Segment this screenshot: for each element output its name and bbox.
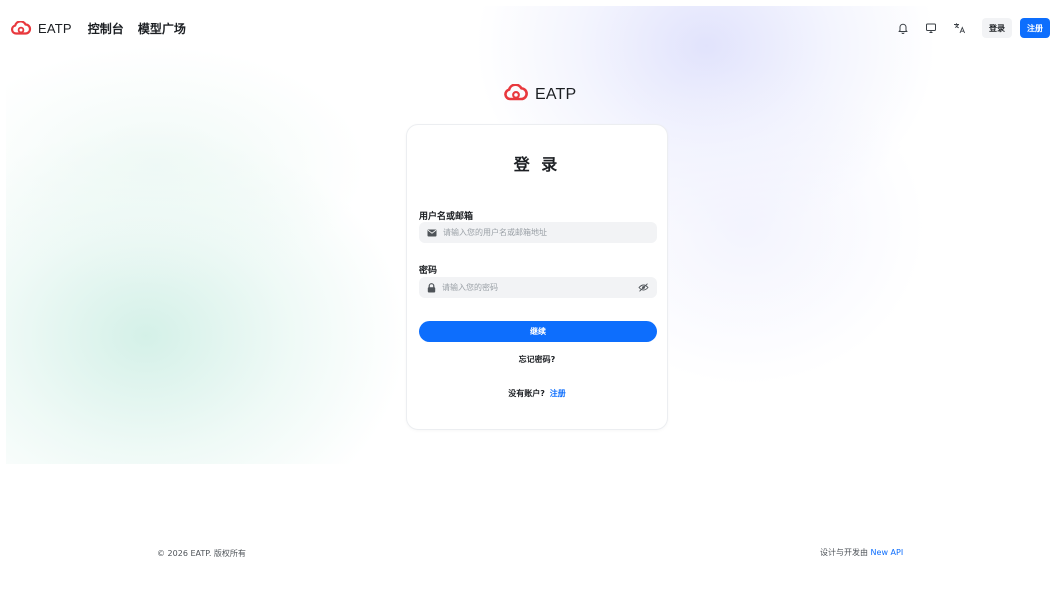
username-input[interactable]: 请输入您的用户名或邮箱地址 <box>419 222 657 243</box>
nav-actions: 登录 注册 <box>892 17 1050 39</box>
translate-icon <box>953 22 966 34</box>
login-button[interactable]: 登录 <box>982 18 1012 38</box>
footer-copyright: © 2026 EATP. 版权所有 <box>157 549 246 558</box>
nav-link-model-plaza[interactable]: 模型广场 <box>138 20 186 37</box>
login-title: 登 录 <box>513 155 561 174</box>
register-button[interactable]: 注册 <box>1020 18 1050 38</box>
forgot-password-link[interactable]: 忘记密码? <box>407 354 667 365</box>
lock-icon <box>427 282 436 293</box>
notifications-button[interactable] <box>892 17 914 39</box>
monitor-icon <box>925 22 937 34</box>
password-label: 密码 <box>419 266 438 276</box>
no-account-text: 没有账户? <box>508 389 545 398</box>
signup-link[interactable]: 注册 <box>550 389 566 398</box>
password-input[interactable]: 请输入您的密码 <box>419 277 657 298</box>
signup-prompt: 没有账户? 注册 <box>407 388 667 399</box>
nav-links: 控制台 模型广场 <box>88 20 186 37</box>
nav-link-console[interactable]: 控制台 <box>88 20 124 37</box>
username-label: 用户名或邮箱 <box>419 212 474 222</box>
language-button[interactable] <box>948 17 970 39</box>
page: EATP 控制台 模型广场 登录 注册 EATP 登 录 用户名或邮箱 请输入您… <box>0 0 1060 594</box>
mail-icon <box>427 229 437 237</box>
new-api-link[interactable]: New API <box>871 548 904 557</box>
continue-button[interactable]: 继续 <box>419 321 657 342</box>
center-brand-name: EATP <box>535 85 577 103</box>
password-placeholder: 请输入您的密码 <box>442 283 498 292</box>
bell-icon <box>897 22 909 34</box>
center-brand: EATP <box>503 83 577 105</box>
eye-off-icon <box>638 283 649 292</box>
cloud-logo-icon <box>10 21 32 35</box>
cloud-logo-icon <box>503 83 529 105</box>
username-placeholder: 请输入您的用户名或邮箱地址 <box>443 228 547 237</box>
password-visibility-toggle[interactable] <box>638 283 649 292</box>
footer-credit: 设计与开发由 New API <box>820 547 903 558</box>
top-nav: EATP 控制台 模型广场 登录 注册 <box>0 0 1060 56</box>
footer-credit-text: 设计与开发由 <box>820 548 868 557</box>
brand-name: EATP <box>38 20 72 36</box>
login-card: 登 录 用户名或邮箱 请输入您的用户名或邮箱地址 密码 请输入您的密码 继续 忘… <box>406 124 668 430</box>
brand-home-link[interactable]: EATP <box>10 21 72 36</box>
theme-toggle-button[interactable] <box>920 17 942 39</box>
